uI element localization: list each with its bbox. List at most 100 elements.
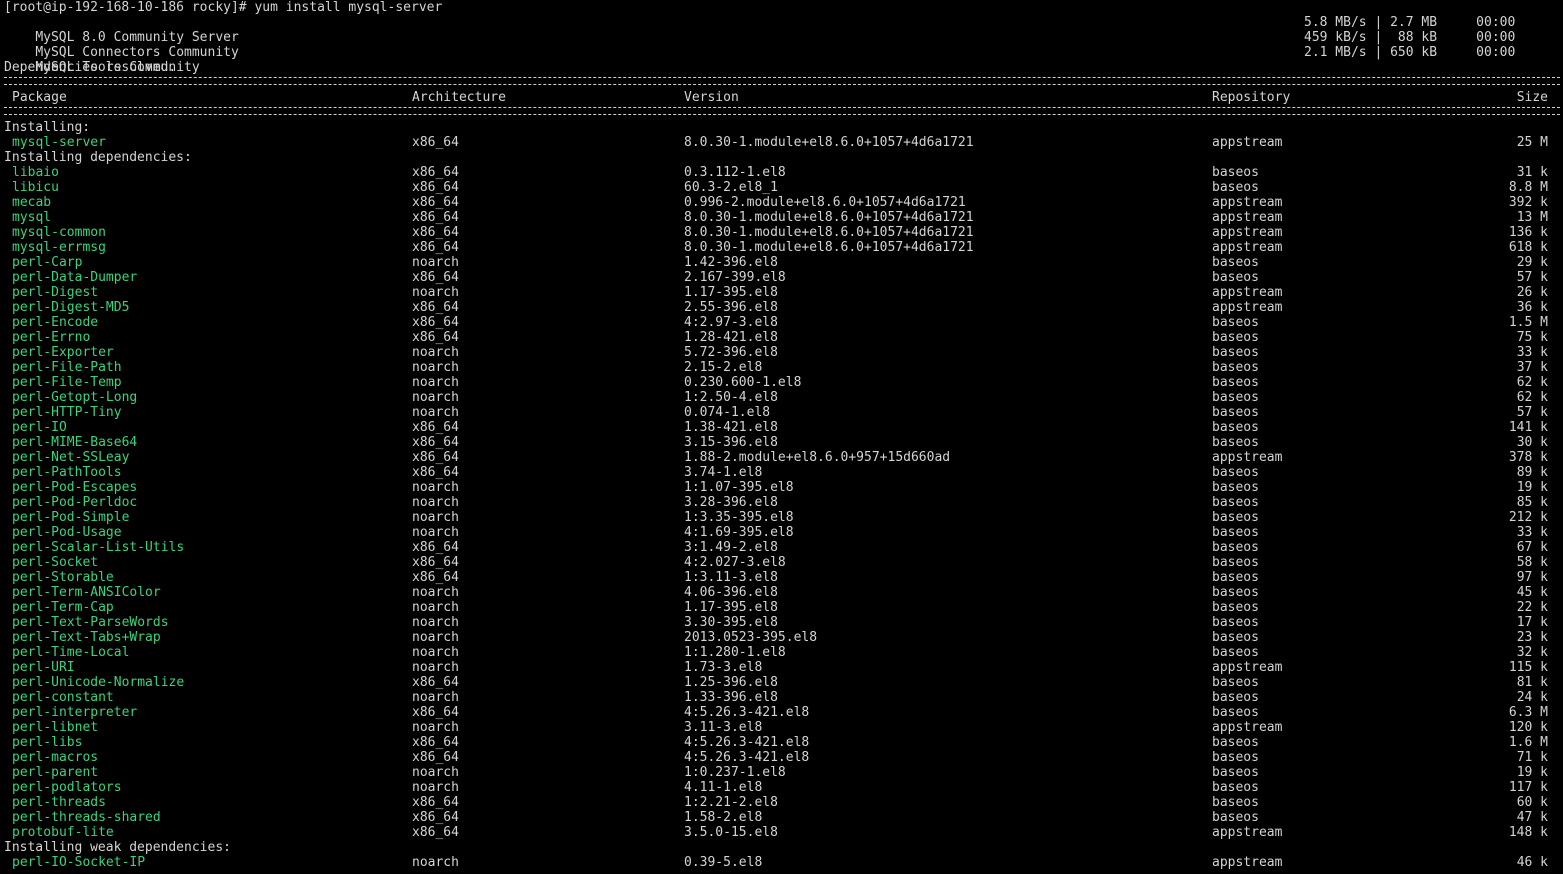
- table-row: perl-libs x86_64 4:5.26.3-421.el8 baseos 1.6…: [4, 735, 1560, 750]
- package-repository: baseos: [1212, 810, 1259, 825]
- package-size: 24 k: [1516, 690, 1548, 705]
- table-row: perl-macros x86_64 4:5.26.3-421.el8 baseos 7…: [4, 750, 1560, 765]
- package-arch: x86_64: [412, 180, 459, 195]
- header-repository: Repository: [1212, 90, 1291, 105]
- package-name: perl-Pod-Escapes: [12, 480, 138, 495]
- package-version: 1.17-395.el8: [684, 285, 778, 300]
- package-version: 4.06-396.el8: [684, 585, 778, 600]
- package-size: 26 k: [1516, 285, 1548, 300]
- header-version: Version: [684, 90, 739, 105]
- package-name: mysql: [12, 210, 52, 225]
- package-version: 0.996-2.module+el8.6.0+1057+4d6a1721: [684, 195, 966, 210]
- table-row: perl-IO-Socket-IP noarch 0.39-5.el8 appstre…: [4, 855, 1560, 870]
- package-arch: noarch: [412, 390, 459, 405]
- package-repository: baseos: [1212, 570, 1259, 585]
- package-name: perl-Text-Tabs+Wrap: [12, 630, 161, 645]
- package-name: perl-Storable: [12, 570, 114, 585]
- package-arch: x86_64: [412, 705, 459, 720]
- package-arch: x86_64: [412, 300, 459, 315]
- package-size: 120 k: [1508, 720, 1548, 735]
- package-version: 4:1.69-395.el8: [684, 525, 794, 540]
- table-row: perl-MIME-Base64 x86_64 3.15-396.el8 baseos…: [4, 435, 1560, 450]
- package-version: 4:2.97-3.el8: [684, 315, 778, 330]
- table-row: perl-URI noarch 1.73-3.el8 appstream 115 k: [4, 660, 1560, 675]
- package-arch: x86_64: [412, 420, 459, 435]
- package-repository: baseos: [1212, 270, 1259, 285]
- package-arch: noarch: [412, 405, 459, 420]
- table-row: perl-Time-Local noarch 1:1.280-1.el8 baseos…: [4, 645, 1560, 660]
- package-arch: noarch: [412, 765, 459, 780]
- package-size: 115 k: [1508, 660, 1548, 675]
- package-name: perl-File-Path: [12, 360, 122, 375]
- package-repository: baseos: [1212, 345, 1259, 360]
- package-repository: appstream: [1212, 195, 1283, 210]
- package-version: 0.230.600-1.el8: [684, 375, 802, 390]
- package-size: 57 k: [1516, 270, 1548, 285]
- package-size: 618 k: [1508, 240, 1548, 255]
- package-version: 1.88-2.module+el8.6.0+957+15d660ad: [684, 450, 951, 465]
- package-repository: baseos: [1212, 165, 1259, 180]
- package-repository: baseos: [1212, 480, 1259, 495]
- package-repository: appstream: [1212, 855, 1283, 870]
- table-row: mysql x86_64 8.0.30-1.module+el8.6.0+1057+…: [4, 210, 1560, 225]
- table-row: mysql-server x86_64 8.0.30-1.module+el8.6.…: [4, 135, 1560, 150]
- section-title: Installing dependencies:: [4, 150, 192, 165]
- package-name: perl-Carp: [12, 255, 83, 270]
- package-name: perl-Pod-Usage: [12, 525, 122, 540]
- repo-download-line: MySQL Connectors Community 459 kB/s | 88…: [4, 30, 1560, 60]
- package-size: 117 k: [1508, 780, 1548, 795]
- package-version: 1.17-395.el8: [684, 600, 778, 615]
- package-repository: baseos: [1212, 420, 1259, 435]
- package-name: perl-podlators: [12, 780, 122, 795]
- package-arch: x86_64: [412, 270, 459, 285]
- package-version: 3.11-3.el8: [684, 720, 763, 735]
- package-size: 22 k: [1516, 600, 1548, 615]
- package-name: perl-MIME-Base64: [12, 435, 138, 450]
- package-version: 1.33-396.el8: [684, 690, 778, 705]
- package-arch: x86_64: [412, 750, 459, 765]
- package-repository: baseos: [1212, 750, 1259, 765]
- package-arch: noarch: [412, 645, 459, 660]
- package-name: mysql-errmsg: [12, 240, 106, 255]
- package-name: perl-IO-Socket-IP: [12, 855, 146, 870]
- table-row: perl-Pod-Escapes noarch 1:1.07-395.el8 base…: [4, 480, 1560, 495]
- package-name: perl-Pod-Perldoc: [12, 495, 138, 510]
- package-version: 4:5.26.3-421.el8: [684, 705, 810, 720]
- table-row: perl-constant noarch 1.33-396.el8 baseos 24 …: [4, 690, 1560, 705]
- package-repository: baseos: [1212, 615, 1259, 630]
- package-name: perl-threads-shared: [12, 810, 161, 825]
- header-architecture: Architecture: [412, 90, 506, 105]
- table-row: perl-IO x86_64 1.38-421.el8 baseos 141 k: [4, 420, 1560, 435]
- package-version: 1:1.280-1.el8: [684, 645, 786, 660]
- terminal-window[interactable]: [root@ip-192-168-10-186 rocky]# yum inst…: [0, 0, 1563, 874]
- package-repository: appstream: [1212, 225, 1283, 240]
- package-name: perl-Text-ParseWords: [12, 615, 169, 630]
- package-name: perl-Scalar-List-Utils: [12, 540, 185, 555]
- package-name: perl-Exporter: [12, 345, 114, 360]
- package-version: 2.55-396.el8: [684, 300, 778, 315]
- package-repository: appstream: [1212, 660, 1283, 675]
- package-version: 60.3-2.el8_1: [684, 180, 778, 195]
- package-repository: baseos: [1212, 765, 1259, 780]
- table-row: perl-Carp noarch 1.42-396.el8 baseos 29 k: [4, 255, 1560, 270]
- package-name: perl-constant: [12, 690, 114, 705]
- package-size: 60 k: [1516, 795, 1548, 810]
- command-prompt-line: [root@ip-192-168-10-186 rocky]# yum inst…: [4, 0, 443, 15]
- package-arch: x86_64: [412, 450, 459, 465]
- package-repository: appstream: [1212, 240, 1283, 255]
- package-repository: baseos: [1212, 435, 1259, 450]
- package-arch: x86_64: [412, 810, 459, 825]
- package-size: 30 k: [1516, 435, 1548, 450]
- package-version: 1.38-421.el8: [684, 420, 778, 435]
- package-size: 148 k: [1508, 825, 1548, 840]
- package-version: 1:2.21-2.el8: [684, 795, 778, 810]
- table-row: perl-Digest noarch 1.17-395.el8 appstream 26…: [4, 285, 1560, 300]
- package-name: perl-URI: [12, 660, 75, 675]
- package-name: perl-Net-SSLeay: [12, 450, 130, 465]
- table-row: perl-Net-SSLeay x86_64 1.88-2.module+el8.6…: [4, 450, 1560, 465]
- package-version: 3.15-396.el8: [684, 435, 778, 450]
- package-repository: baseos: [1212, 405, 1259, 420]
- package-name: protobuf-lite: [12, 825, 114, 840]
- package-arch: noarch: [412, 585, 459, 600]
- table-row: perl-Text-ParseWords noarch 3.30-395.el8 ba…: [4, 615, 1560, 630]
